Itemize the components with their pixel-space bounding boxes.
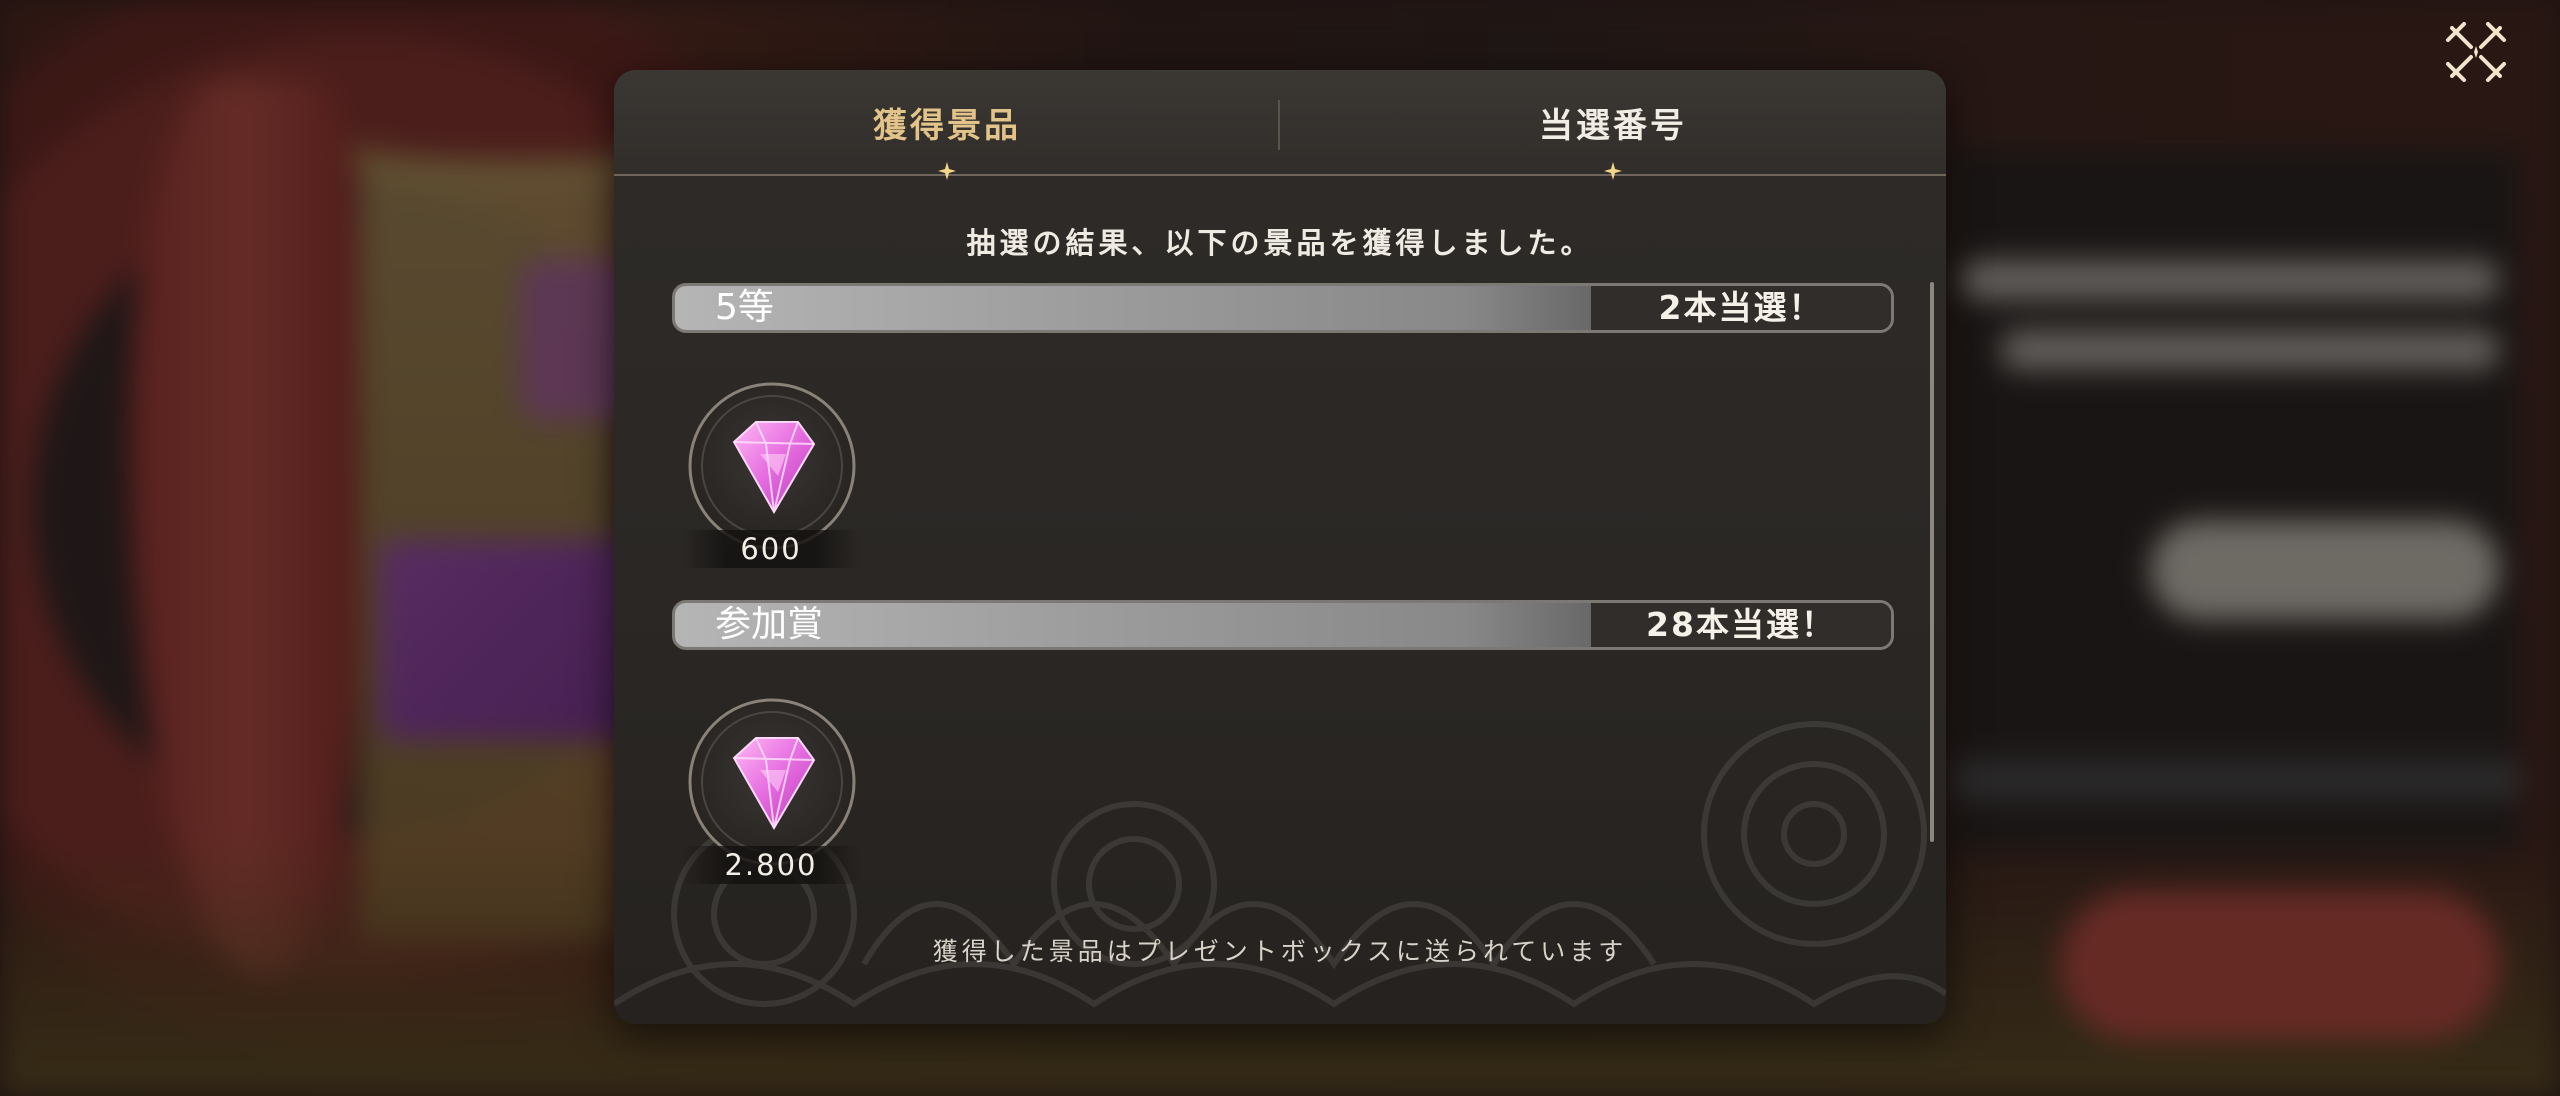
pink-gem-icon — [688, 382, 856, 550]
present-box-note: 獲得した景品はプレゼントボックスに送られています — [932, 937, 1628, 966]
pink-gem-icon — [688, 698, 856, 866]
tab-prizes[interactable]: 獲得景品 — [614, 70, 1280, 174]
active-tab-sparkle-icon — [938, 162, 956, 180]
prize-rank-bar: 参加賞 28本当選！ — [672, 600, 1894, 650]
scrollbar[interactable] — [1930, 282, 1934, 842]
tab-prizes-label: 獲得景品 — [873, 105, 1021, 146]
tab-winning-numbers-label: 当選番号 — [1539, 105, 1687, 146]
lottery-result-dialog: 獲得景品 当選番号 抽選の結果、以下の景品を獲得しました。 5等 2本当選！ 6… — [614, 70, 1946, 1024]
prize-rank-bar: 5等 2本当選！ — [672, 283, 1894, 333]
tab-sparkle-icon — [1604, 162, 1622, 180]
prize-rank-label: 参加賞 — [715, 604, 824, 645]
prize-win-count: 28本当選！ — [1591, 603, 1891, 647]
close-icon — [2446, 22, 2506, 82]
prize-rank-label: 5等 — [715, 287, 774, 328]
close-button[interactable] — [2444, 20, 2508, 84]
prize-item-count: 2.800 — [682, 846, 860, 884]
prize-item-count: 600 — [682, 530, 860, 568]
result-message: 抽選の結果、以下の景品を獲得しました。 — [966, 226, 1594, 260]
prize-win-count: 2本当選！ — [1591, 286, 1891, 330]
tab-winning-numbers[interactable]: 当選番号 — [1280, 70, 1946, 174]
tab-bar: 獲得景品 当選番号 — [614, 70, 1946, 180]
